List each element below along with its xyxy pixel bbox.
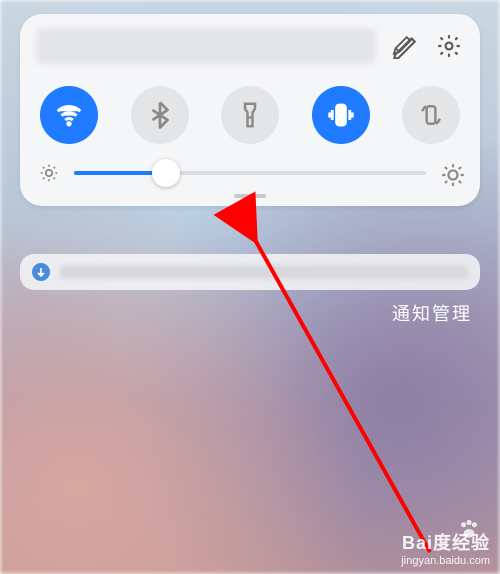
watermark: Bai度经验 jingyan.baidu.com <box>401 533 490 568</box>
pencil-icon <box>392 33 418 59</box>
brightness-thumb[interactable] <box>152 159 180 187</box>
gear-icon <box>436 33 462 59</box>
carrier-label-blurred <box>36 28 376 64</box>
brightness-low-icon <box>38 162 60 184</box>
edit-button[interactable] <box>390 31 420 61</box>
quick-toggles-row <box>40 86 460 144</box>
flashlight-toggle[interactable] <box>221 86 279 144</box>
rotate-icon <box>416 100 446 130</box>
notification-app-badge <box>32 263 50 281</box>
vibrate-icon <box>326 100 356 130</box>
panel-header <box>36 28 464 64</box>
notification-manage-link[interactable]: 通知管理 <box>392 300 472 326</box>
flashlight-icon <box>235 100 265 130</box>
bluetooth-icon <box>145 100 175 130</box>
settings-button[interactable] <box>434 31 464 61</box>
wifi-icon <box>54 100 84 130</box>
notification-text-blurred <box>60 265 468 279</box>
brightness-high-icon <box>440 162 462 184</box>
rotate-toggle[interactable] <box>402 86 460 144</box>
notification-card[interactable] <box>20 254 480 290</box>
watermark-brand: Bai度经验 <box>401 533 490 555</box>
panel-drag-handle[interactable] <box>234 194 266 198</box>
vibrate-toggle[interactable] <box>312 86 370 144</box>
wifi-toggle[interactable] <box>40 86 98 144</box>
brightness-slider[interactable] <box>74 171 426 175</box>
brightness-row <box>38 162 462 184</box>
bluetooth-toggle[interactable] <box>131 86 189 144</box>
control-center-panel <box>20 14 480 206</box>
watermark-url: jingyan.baidu.com <box>401 555 490 568</box>
